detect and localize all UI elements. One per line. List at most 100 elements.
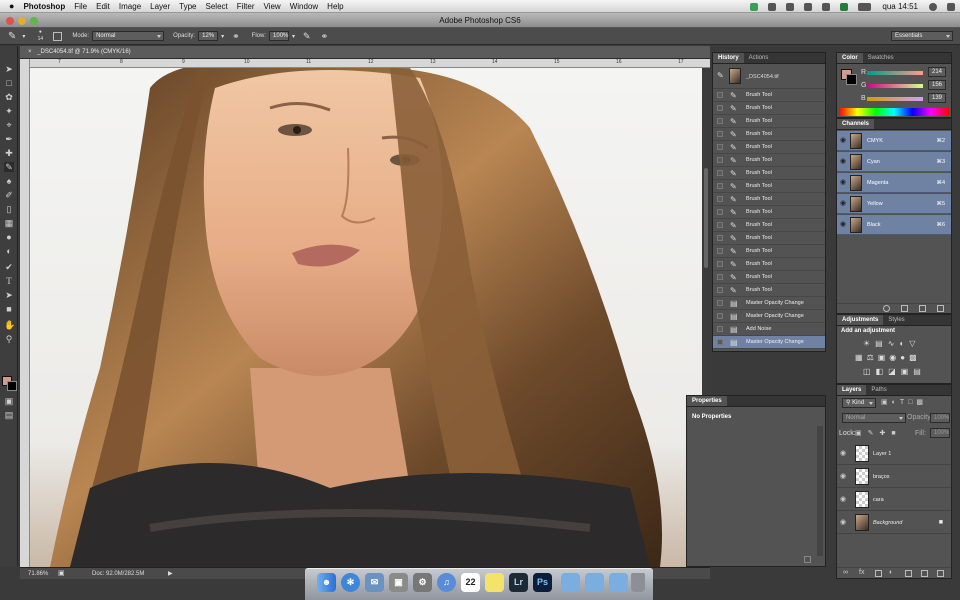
tab-adjustments[interactable]: Adjustments <box>837 315 884 325</box>
applications-folder-icon[interactable] <box>561 573 580 592</box>
spotlight-icon[interactable] <box>929 2 937 11</box>
move-tool-icon[interactable]: ➤ <box>4 64 14 74</box>
tab-layers[interactable]: Layers <box>837 385 867 395</box>
menu-layer[interactable]: Layer <box>150 2 170 11</box>
history-item[interactable]: ▤ Master Opacity Change <box>713 297 825 310</box>
pressure-size-icon[interactable]: ⚭ <box>321 31 329 42</box>
history-source-checkbox[interactable] <box>717 235 723 241</box>
menu-image[interactable]: Image <box>119 2 141 11</box>
history-source-checkbox[interactable] <box>717 183 723 189</box>
brightness-contrast-icon[interactable]: ☀ <box>863 339 875 348</box>
invert-icon[interactable]: ◫ <box>863 367 876 376</box>
levels-icon[interactable]: ▤ <box>875 339 888 348</box>
history-item[interactable]: ✎ Brush Tool <box>713 193 825 206</box>
history-source-checkbox[interactable] <box>717 300 723 306</box>
history-brush-tool-icon[interactable]: ✐ <box>4 190 14 200</box>
filter-smart-object-icon[interactable]: ▩ <box>916 399 927 406</box>
volume-icon[interactable] <box>822 2 831 11</box>
history-source-checkbox[interactable] <box>717 248 723 254</box>
gradient-tool-icon[interactable]: ▦ <box>4 218 14 228</box>
visibility-eye-icon[interactable]: ◉ <box>840 173 846 193</box>
tab-properties[interactable]: Properties <box>687 396 727 406</box>
exposure-icon[interactable]: ◐ <box>899 339 909 348</box>
minimize-icon[interactable] <box>18 17 26 25</box>
trash-icon[interactable] <box>631 573 645 592</box>
threshold-icon[interactable]: ◪ <box>888 367 901 376</box>
history-source-checkbox[interactable] <box>717 326 723 332</box>
brush-panel-toggle-icon[interactable] <box>53 31 63 41</box>
flow-field[interactable]: 100% <box>269 31 290 41</box>
history-source-checkbox[interactable] <box>717 222 723 228</box>
menu-type[interactable]: Type <box>179 2 196 11</box>
new-channel-icon[interactable] <box>919 305 926 312</box>
safari-icon[interactable]: ✻ <box>341 573 360 592</box>
history-item[interactable]: ✎ Brush Tool <box>713 180 825 193</box>
history-item[interactable]: ✎ Brush Tool <box>713 206 825 219</box>
menu-file[interactable]: File <box>74 2 87 11</box>
history-item[interactable]: ▤ Master Opacity Change <box>713 310 825 323</box>
downloads-folder-icon[interactable] <box>609 573 628 592</box>
history-item[interactable]: ▤ Master Opacity Change <box>713 336 825 349</box>
menu-edit[interactable]: Edit <box>96 2 110 11</box>
path-selection-tool-icon[interactable]: ➤ <box>4 290 14 300</box>
dodge-tool-icon[interactable]: ◐ <box>4 246 14 256</box>
history-source-checkbox[interactable] <box>717 118 723 124</box>
system-preferences-icon[interactable]: ⚙ <box>413 573 432 592</box>
zoom-icon[interactable] <box>30 17 38 25</box>
quick-select-tool-icon[interactable]: ✦ <box>4 106 14 116</box>
bluetooth-icon[interactable] <box>786 2 795 11</box>
load-channel-selection-icon[interactable] <box>883 305 890 312</box>
workspace-select[interactable]: Essentials <box>891 31 953 41</box>
marquee-tool-icon[interactable]: □ <box>4 78 14 88</box>
eyedropper-tool-icon[interactable]: ✒ <box>4 134 14 144</box>
delete-layer-icon[interactable] <box>937 570 944 577</box>
lock-all-icon[interactable]: ■ <box>891 430 901 437</box>
vibrance-icon[interactable]: ▽ <box>909 339 920 348</box>
apple-icon[interactable]: ● <box>9 1 14 11</box>
history-item[interactable]: ✎ Brush Tool <box>713 115 825 128</box>
color-lookup-icon[interactable]: ▩ <box>909 353 921 362</box>
selective-color-icon[interactable]: ▣ <box>901 367 914 376</box>
menu-photoshop[interactable]: Photoshop <box>23 2 65 11</box>
curves-icon[interactable]: ∿ <box>888 339 900 348</box>
color-spectrum-bar[interactable] <box>839 108 949 116</box>
delete-channel-icon[interactable] <box>937 305 944 312</box>
visibility-eye-icon[interactable]: ◉ <box>840 131 846 151</box>
history-source-checkbox[interactable] <box>717 274 723 280</box>
background-color-swatch[interactable] <box>7 381 17 391</box>
hand-tool-icon[interactable]: ✋ <box>4 320 15 330</box>
history-source-checkbox[interactable] <box>717 313 723 319</box>
layer-opacity-field[interactable]: 100% <box>930 413 950 423</box>
layer-filter-kind[interactable]: ⚲ Kind <box>842 398 876 408</box>
history-item[interactable]: ✎ Brush Tool <box>713 154 825 167</box>
history-snapshot[interactable]: ✎ _DSC4054.tif <box>713 65 825 89</box>
history-item[interactable]: ✎ Brush Tool <box>713 128 825 141</box>
layer-name[interactable]: braços <box>873 466 890 488</box>
history-source-checkbox[interactable] <box>717 287 723 293</box>
crop-tool-icon[interactable]: ⌖ <box>4 120 14 130</box>
r-value[interactable]: 214 <box>928 67 946 77</box>
history-item[interactable]: ✎ Brush Tool <box>713 167 825 180</box>
menu-select[interactable]: Select <box>206 2 228 11</box>
history-item[interactable]: ▤ Add Noise <box>713 323 825 336</box>
layer-row[interactable]: ◉ cara <box>837 489 951 511</box>
history-item[interactable]: ✎ Brush Tool <box>713 245 825 258</box>
pen-tool-icon[interactable]: ✔ <box>4 262 14 272</box>
lock-position-icon[interactable]: ✚ <box>880 430 892 437</box>
tab-channels[interactable]: Channels <box>837 119 875 129</box>
history-source-checkbox[interactable] <box>717 131 723 137</box>
history-source-checkbox[interactable] <box>717 144 723 150</box>
opacity-field[interactable]: 12% <box>198 31 219 41</box>
flag-icon[interactable] <box>840 2 849 11</box>
menu-window[interactable]: Window <box>290 2 318 11</box>
channel-row[interactable]: ◉ CMYK ⌘2 <box>837 131 951 151</box>
documents-folder-icon[interactable] <box>585 573 604 592</box>
tab-history[interactable]: History <box>713 53 744 63</box>
zoom-tool-icon[interactable]: ⚲ <box>4 334 14 344</box>
new-adjustment-layer-icon[interactable]: ◐ <box>889 569 893 576</box>
link-layers-icon[interactable]: ∞ <box>843 569 848 576</box>
tab-styles[interactable]: Styles <box>883 315 909 325</box>
filter-pixel-icon[interactable]: ▣ <box>881 399 892 406</box>
history-source-checkbox[interactable] <box>717 92 723 98</box>
channel-row[interactable]: ◉ Cyan ⌘3 <box>837 152 951 172</box>
